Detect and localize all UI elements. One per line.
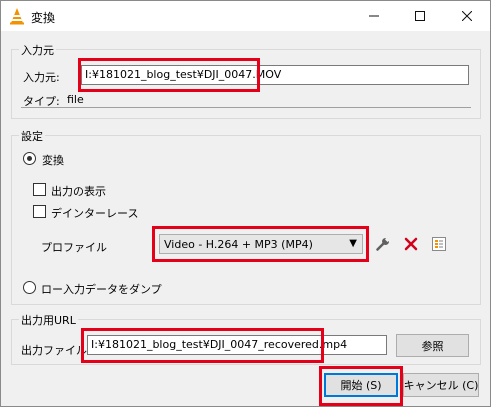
- convert-radio[interactable]: [23, 152, 36, 165]
- close-icon: [462, 11, 472, 21]
- browse-button[interactable]: 参照: [396, 334, 469, 357]
- settings-group-title: 設定: [19, 128, 45, 144]
- deinterlace-checkbox[interactable]: [33, 205, 46, 218]
- dump-raw-label: ロー入力データをダンプ: [41, 281, 162, 297]
- show-output-label: 出力の表示: [51, 183, 106, 199]
- source-separator: [21, 107, 471, 108]
- minimize-icon: [369, 11, 379, 21]
- window-title: 変換: [31, 9, 55, 26]
- delete-profile-button[interactable]: [400, 233, 422, 255]
- cancel-button[interactable]: キャンセル (C): [403, 373, 479, 397]
- destination-group-title: 出力用URL: [19, 312, 78, 328]
- type-value: file: [67, 93, 84, 106]
- maximize-button[interactable]: [397, 1, 443, 31]
- minimize-button[interactable]: [351, 1, 397, 31]
- new-profile-icon: [431, 236, 447, 252]
- wrench-icon: [375, 236, 391, 252]
- convert-dialog: 変換 入力元 入力元: I:¥181021_blog_test¥DJI_0047…: [0, 0, 491, 407]
- dump-raw-radio[interactable]: [23, 281, 36, 294]
- convert-label: 変換: [42, 152, 64, 168]
- maximize-icon: [415, 11, 425, 21]
- new-profile-button[interactable]: [428, 233, 450, 255]
- delete-icon: [404, 237, 418, 251]
- destination-label: 出力ファイル:: [21, 342, 91, 358]
- show-output-checkbox[interactable]: [33, 183, 46, 196]
- source-label: 入力元:: [23, 69, 60, 85]
- deinterlace-label: デインターレース: [51, 205, 138, 221]
- close-button[interactable]: [444, 1, 490, 31]
- title-bar: 変換: [1, 1, 490, 31]
- source-file-field[interactable]: I:¥181021_blog_test¥DJI_0047.MOV: [81, 65, 469, 85]
- destination-file-field[interactable]: I:¥181021_blog_test¥DJI_0047_recovered.m…: [87, 335, 387, 355]
- profile-value: Video - H.264 + MP3 (MP4): [164, 238, 313, 251]
- edit-profile-button[interactable]: [372, 233, 394, 255]
- source-group-title: 入力元: [19, 42, 56, 58]
- start-button[interactable]: 開始 (S): [324, 373, 398, 397]
- dropdown-arrow-icon: ▼: [349, 238, 357, 249]
- profile-label: プロファイル: [41, 239, 107, 255]
- profile-select[interactable]: Video - H.264 + MP3 (MP4) ▼: [159, 234, 363, 254]
- vlc-cone-icon: [9, 7, 25, 25]
